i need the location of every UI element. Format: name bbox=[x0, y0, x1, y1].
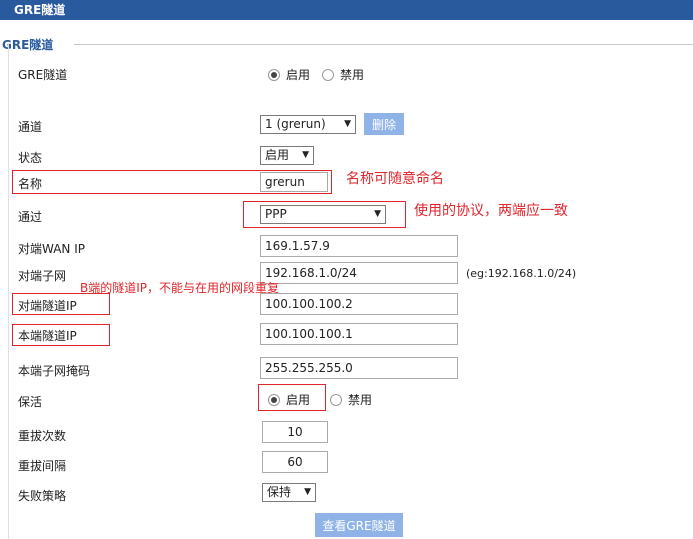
subnet-example-hint: (eg:192.168.1.0/24) bbox=[466, 267, 577, 280]
gre-enable-radio-icon[interactable] bbox=[268, 68, 280, 81]
gre-disable-label[interactable]: 禁用 bbox=[340, 66, 364, 83]
channel-label: 通道 bbox=[18, 120, 43, 134]
caret-down-icon: ▼ bbox=[304, 487, 311, 497]
redial-interval-input[interactable] bbox=[262, 451, 328, 473]
section-border bbox=[8, 44, 9, 539]
via-select[interactable]: PPP ▼ bbox=[260, 205, 386, 224]
status-value: 启用 bbox=[265, 148, 290, 162]
keepalive-radio-group: 启用 禁用 bbox=[268, 391, 378, 408]
status-label: 状态 bbox=[18, 151, 43, 165]
via-label: 通过 bbox=[18, 210, 43, 224]
protocol-annotation: 使用的协议，两端应一致 bbox=[414, 203, 568, 219]
redial-interval-label: 重拔间隔 bbox=[18, 459, 67, 473]
via-value: PPP bbox=[265, 207, 287, 221]
keepalive-disable-radio-icon[interactable] bbox=[330, 393, 343, 406]
remote-tunnel-ip-input[interactable] bbox=[260, 293, 458, 315]
redial-count-label: 重拔次数 bbox=[18, 429, 67, 443]
local-subnet-mask-input[interactable] bbox=[260, 357, 458, 379]
remote-subnet-label: 对端子网 bbox=[18, 269, 67, 283]
gre-enable-label[interactable]: 启用 bbox=[286, 66, 310, 83]
section-title: GRE隧道 bbox=[2, 38, 54, 52]
remote-subnet-input[interactable] bbox=[260, 262, 458, 284]
channel-select[interactable]: 1 (grerun) ▼ bbox=[260, 115, 356, 134]
keepalive-enable-radio-icon[interactable] bbox=[268, 393, 280, 406]
keepalive-disable-label[interactable]: 禁用 bbox=[348, 391, 372, 408]
gre-disable-radio-icon[interactable] bbox=[322, 68, 335, 81]
caret-down-icon: ▼ bbox=[302, 150, 309, 160]
remote-tunnel-ip-label: 对端隧道IP bbox=[18, 299, 77, 313]
keepalive-label: 保活 bbox=[18, 395, 43, 409]
channel-value: 1 (grerun) bbox=[265, 117, 326, 131]
local-tunnel-ip-input[interactable] bbox=[260, 323, 458, 345]
caret-down-icon: ▼ bbox=[374, 209, 381, 219]
name-annotation: 名称可随意命名 bbox=[346, 171, 444, 187]
section-divider bbox=[74, 44, 693, 45]
delete-button[interactable]: 删除 bbox=[364, 113, 404, 135]
view-gre-tunnel-button[interactable]: 查看GRE隧道 bbox=[315, 513, 403, 537]
name-input[interactable] bbox=[260, 172, 328, 192]
name-label: 名称 bbox=[18, 177, 43, 191]
gre-tunnel-radio-group: 启用 禁用 bbox=[268, 66, 370, 83]
gre-tunnel-label: GRE隧道 bbox=[18, 68, 68, 82]
window-title: GRE隧道 bbox=[0, 0, 693, 20]
caret-down-icon: ▼ bbox=[344, 119, 351, 129]
remote-wan-ip-input[interactable] bbox=[260, 235, 458, 257]
local-tunnel-ip-label: 本端隧道IP bbox=[18, 329, 77, 343]
failure-policy-select[interactable]: 保持 ▼ bbox=[262, 483, 316, 502]
status-select[interactable]: 启用 ▼ bbox=[260, 146, 314, 165]
remote-wan-ip-label: 对端WAN IP bbox=[18, 242, 85, 256]
failure-policy-value: 保持 bbox=[267, 485, 292, 499]
failure-policy-label: 失败策略 bbox=[18, 489, 67, 503]
local-subnet-mask-label: 本端子网掩码 bbox=[18, 364, 91, 378]
redial-count-input[interactable] bbox=[262, 421, 328, 443]
keepalive-enable-label[interactable]: 启用 bbox=[286, 391, 310, 408]
